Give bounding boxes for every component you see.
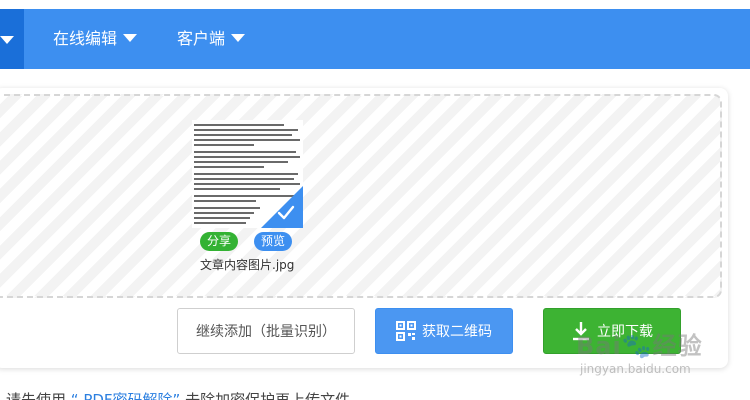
- nav-item-online-edit[interactable]: 在线编辑: [53, 9, 138, 69]
- nav-item-label: 客户端: [177, 29, 226, 48]
- continue-add-button[interactable]: 继续添加（批量识别）: [177, 308, 355, 354]
- file-name: 文章内容图片.jpg: [200, 258, 295, 272]
- top-navbar: 在线编辑 客户端: [0, 9, 750, 69]
- get-qrcode-label: 获取二维码: [422, 324, 492, 340]
- download-icon: [571, 321, 591, 341]
- preview-button[interactable]: 预览: [254, 232, 293, 251]
- download-now-label: 立即下载: [597, 324, 653, 340]
- file-thumbnail[interactable]: [192, 120, 303, 228]
- upload-hint: 请先使用 “ PDF密码解除” 去除加密保护再上传文件: [6, 389, 350, 400]
- nav-item-label: 在线编辑: [53, 29, 118, 48]
- pdf-password-remove-link[interactable]: “ PDF密码解除”: [71, 391, 181, 400]
- nav-item-client[interactable]: 客户端: [177, 9, 246, 69]
- nav-dropdown-active[interactable]: [0, 9, 24, 69]
- share-button[interactable]: 分享: [200, 232, 239, 251]
- get-qrcode-button[interactable]: 获取二维码: [375, 308, 513, 354]
- continue-add-label: 继续添加（批量识别）: [196, 324, 336, 340]
- check-icon: [277, 205, 295, 220]
- chevron-down-icon: [123, 34, 138, 42]
- chevron-down-icon: [231, 34, 246, 42]
- hint-suffix: 去除加密保护再上传文件: [185, 391, 351, 400]
- chevron-down-icon: [0, 36, 14, 44]
- download-now-button[interactable]: 立即下载: [543, 308, 681, 354]
- qrcode-icon: [396, 321, 416, 341]
- hint-prefix: 请先使用: [6, 391, 67, 400]
- upload-dropzone[interactable]: [0, 94, 722, 298]
